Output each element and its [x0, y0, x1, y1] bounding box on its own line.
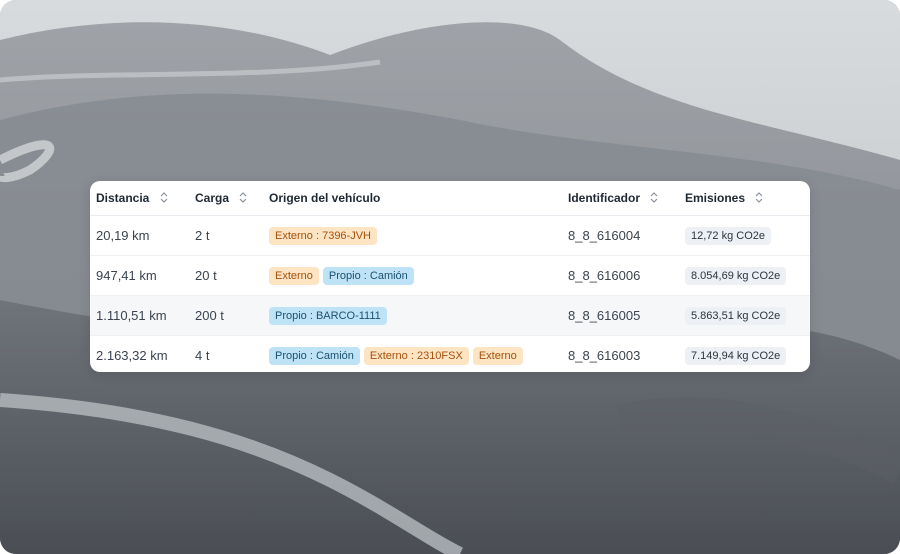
table-row[interactable]: 2.163,32 km 4 t Propio : Camión Externo :… — [90, 336, 810, 373]
column-header-emissions[interactable]: Emisiones — [685, 181, 810, 216]
emissions-badge: 7.149,94 kg CO2e — [685, 346, 787, 365]
column-header-label: Distancia — [96, 191, 150, 205]
sort-icon[interactable] — [239, 192, 247, 203]
table-row[interactable]: 1.110,51 km 200 t Propio : BARCO-1111 8_… — [90, 295, 810, 336]
emissions-cell: 5.863,51 kg CO2e — [685, 295, 810, 336]
table-header-row: Distancia Carga Origen del vehículo Iden… — [90, 181, 810, 216]
sort-icon[interactable] — [160, 192, 168, 203]
sort-icon[interactable] — [755, 192, 763, 203]
emissions-cell: 7.149,94 kg CO2e — [685, 336, 810, 373]
shipments-table-card: Distancia Carga Origen del vehículo Iden… — [90, 181, 810, 372]
sort-icon[interactable] — [650, 192, 658, 203]
external-vehicle-tag: Externo : 7396-JVH — [269, 226, 377, 245]
emissions-cell: 12,72 kg CO2e — [685, 215, 810, 256]
shipments-table: Distancia Carga Origen del vehículo Iden… — [90, 181, 810, 372]
own-vehicle-tag: Propio : Camión — [269, 346, 360, 365]
own-vehicle-tag: Propio : Camión — [322, 266, 414, 285]
own-vehicle-tag: Propio : BARCO-1111 — [269, 306, 387, 325]
column-header-label: Emisiones — [685, 191, 746, 205]
origin-cell: Externo Propio : Camión — [269, 255, 568, 296]
column-header-label: Origen del vehículo — [269, 191, 381, 205]
table-row[interactable]: 947,41 km 20 t Externo Propio : Camión 8_… — [90, 255, 810, 296]
column-header-identifier[interactable]: Identificador — [568, 181, 685, 216]
external-vehicle-tag: Externo — [472, 346, 523, 365]
column-header-origin: Origen del vehículo — [269, 181, 568, 216]
identifier-cell: 8_8_616005 — [568, 295, 685, 336]
distance-cell: 1.110,51 km — [90, 295, 195, 336]
load-cell: 2 t — [195, 215, 269, 256]
identifier-cell: 8_8_616006 — [568, 255, 685, 296]
load-cell: 4 t — [195, 348, 210, 363]
emissions-badge: 5.863,51 kg CO2e — [685, 306, 787, 325]
origin-cell: Externo : 7396-JVH — [269, 215, 568, 256]
table-row[interactable]: 20,19 km 2 t Externo : 7396-JVH 8_8_6160… — [90, 215, 810, 256]
external-vehicle-tag: Externo : 2310FSX — [363, 346, 469, 365]
identifier-cell: 8_8_616003 — [568, 348, 641, 363]
column-header-load[interactable]: Carga — [195, 181, 269, 216]
distance-cell: 947,41 km — [90, 255, 195, 296]
external-vehicle-tag: Externo — [269, 266, 319, 285]
emissions-badge: 12,72 kg CO2e — [685, 226, 771, 245]
column-header-label: Identificador — [568, 191, 641, 205]
screenshot-frame: Distancia Carga Origen del vehículo Iden… — [0, 0, 900, 554]
column-header-label: Carga — [195, 191, 230, 205]
emissions-badge: 8.054,69 kg CO2e — [685, 266, 787, 285]
origin-cell: Propio : BARCO-1111 — [269, 295, 568, 336]
column-header-distance[interactable]: Distancia — [90, 181, 195, 216]
distance-cell: 20,19 km — [90, 215, 195, 256]
origin-cell: Propio : Camión Externo : 2310FSX Externo — [269, 336, 568, 373]
load-cell: 200 t — [195, 295, 269, 336]
distance-cell: 2.163,32 km — [96, 348, 168, 363]
identifier-cell: 8_8_616004 — [568, 215, 685, 256]
emissions-cell: 8.054,69 kg CO2e — [685, 255, 810, 296]
load-cell: 20 t — [195, 255, 269, 296]
